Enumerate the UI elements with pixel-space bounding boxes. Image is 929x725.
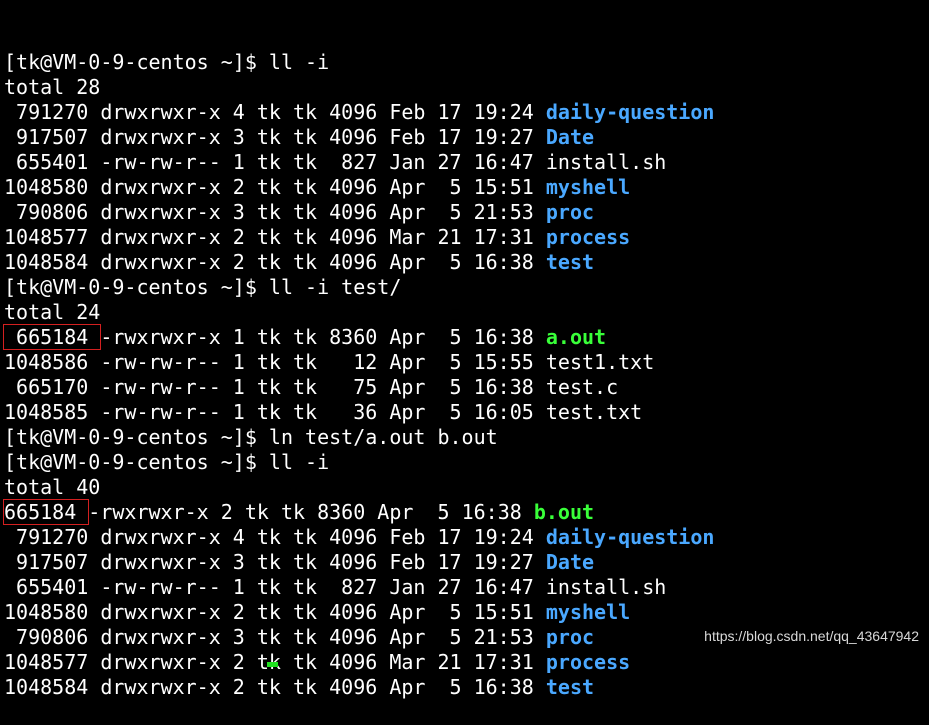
listing-details: 655401 -rw-rw-r-- 1 tk tk 827 Jan 27 16:… — [4, 150, 546, 174]
total-text: total 28 — [4, 75, 101, 99]
listing-details: 790806 drwxrwxr-x 3 tk tk 4096 Apr 5 21:… — [4, 625, 546, 649]
listing-row: 917507 drwxrwxr-x 3 tk tk 4096 Feb 17 19… — [4, 125, 929, 150]
listing-row: 655401 -rw-rw-r-- 1 tk tk 827 Jan 27 16:… — [4, 575, 929, 600]
listing-row: 1048586 -rw-rw-r-- 1 tk tk 12 Apr 5 15:5… — [4, 350, 929, 375]
listing-row: 1048584 drwxrwxr-x 2 tk tk 4096 Apr 5 16… — [4, 250, 929, 275]
listing-row: 665170 -rw-rw-r-- 1 tk tk 75 Apr 5 16:38… — [4, 375, 929, 400]
listing-row: 1048584 drwxrwxr-x 2 tk tk 4096 Apr 5 16… — [4, 675, 929, 700]
listing-details: 665170 -rw-rw-r-- 1 tk tk 75 Apr 5 16:38 — [4, 375, 546, 399]
command-prompt-line: [tk@VM-0-9-centos ~]$ ln test/a.out b.ou… — [4, 425, 929, 450]
listing-details: 790806 drwxrwxr-x 3 tk tk 4096 Apr 5 21:… — [4, 200, 546, 224]
directory-name: proc — [545, 200, 595, 224]
directory-name: Date — [545, 125, 595, 149]
listing-details: 1048586 -rw-rw-r-- 1 tk tk 12 Apr 5 15:5… — [4, 350, 546, 374]
directory-name: myshell — [545, 175, 631, 199]
listing-row: 917507 drwxrwxr-x 3 tk tk 4096 Feb 17 19… — [4, 550, 929, 575]
executable-name: b.out — [533, 500, 595, 524]
terminal-cursor — [267, 649, 278, 667]
prompt-text: [tk@VM-0-9-centos ~]$ ll -i — [4, 50, 330, 74]
listing-details: 1048584 drwxrwxr-x 2 tk tk 4096 Apr 5 16… — [4, 675, 546, 699]
listing-details: -rwxrwxr-x 2 tk tk 8360 Apr 5 16:38 — [88, 500, 534, 524]
terminal-output: [tk@VM-0-9-centos ~]$ ll -i total 28 7912… — [2, 50, 929, 700]
prompt-text: [tk@VM-0-9-centos ~]$ ln test/a.out b.ou… — [4, 425, 498, 449]
file-name: install.sh — [545, 150, 667, 174]
directory-name: myshell — [545, 600, 631, 624]
listing-details: 917507 drwxrwxr-x 3 tk tk 4096 Feb 17 19… — [4, 550, 546, 574]
command-prompt-line: [tk@VM-0-9-centos ~]$ ll -i — [4, 450, 929, 475]
output-total-line: total 40 — [4, 475, 929, 500]
highlighted-inode: 665184 — [2, 324, 102, 350]
listing-row: 1048580 drwxrwxr-x 2 tk tk 4096 Apr 5 15… — [4, 175, 929, 200]
listing-row: 655401 -rw-rw-r-- 1 tk tk 827 Jan 27 16:… — [4, 150, 929, 175]
file-name: test1.txt — [545, 350, 655, 374]
watermark-text: https://blog.csdn.net/qq_43647942 — [704, 628, 919, 644]
directory-name: test — [545, 675, 595, 699]
listing-details: 917507 drwxrwxr-x 3 tk tk 4096 Feb 17 19… — [4, 125, 546, 149]
listing-details: 1048580 drwxrwxr-x 2 tk tk 4096 Apr 5 15… — [4, 600, 546, 624]
listing-row: 791270 drwxrwxr-x 4 tk tk 4096 Feb 17 19… — [4, 100, 929, 125]
highlighted-inode: 665184 — [2, 499, 90, 525]
listing-row: 790806 drwxrwxr-x 3 tk tk 4096 Apr 5 21:… — [4, 200, 929, 225]
output-total-line: total 24 — [4, 300, 929, 325]
file-name: install.sh — [545, 575, 667, 599]
total-text: total 40 — [4, 475, 101, 499]
listing-row: 665184 -rwxrwxr-x 2 tk tk 8360 Apr 5 16:… — [2, 499, 929, 525]
command-prompt-line: [tk@VM-0-9-centos ~]$ ll -i — [4, 50, 929, 75]
listing-details: 655401 -rw-rw-r-- 1 tk tk 827 Jan 27 16:… — [4, 575, 546, 599]
listing-details: 1048585 -rw-rw-r-- 1 tk tk 36 Apr 5 16:0… — [4, 400, 546, 424]
listing-row: 1048585 -rw-rw-r-- 1 tk tk 36 Apr 5 16:0… — [4, 400, 929, 425]
command-prompt-line: [tk@VM-0-9-centos ~]$ ll -i test/ — [4, 275, 929, 300]
directory-name: proc — [545, 625, 595, 649]
listing-details: 791270 drwxrwxr-x 4 tk tk 4096 Feb 17 19… — [4, 525, 546, 549]
listing-details: 1048584 drwxrwxr-x 2 tk tk 4096 Apr 5 16… — [4, 250, 546, 274]
listing-row: 665184 -rwxrwxr-x 1 tk tk 8360 Apr 5 16:… — [2, 324, 929, 350]
listing-row: 1048580 drwxrwxr-x 2 tk tk 4096 Apr 5 15… — [4, 600, 929, 625]
file-name: test.txt — [545, 400, 643, 424]
directory-name: daily-question — [545, 100, 715, 124]
file-name: test.c — [545, 375, 619, 399]
directory-name: Date — [545, 550, 595, 574]
listing-details: 791270 drwxrwxr-x 4 tk tk 4096 Feb 17 19… — [4, 100, 546, 124]
executable-name: a.out — [545, 325, 607, 349]
listing-row: 791270 drwxrwxr-x 4 tk tk 4096 Feb 17 19… — [4, 525, 929, 550]
listing-details: 1048580 drwxrwxr-x 2 tk tk 4096 Apr 5 15… — [4, 175, 546, 199]
prompt-text: [tk@VM-0-9-centos ~]$ ll -i test/ — [4, 275, 402, 299]
total-text: total 24 — [4, 300, 101, 324]
listing-row: 1048577 drwxrwxr-x 2 tk tk 4096 Mar 21 1… — [4, 225, 929, 250]
directory-name: daily-question — [545, 525, 715, 549]
listing-details: -rwxrwxr-x 1 tk tk 8360 Apr 5 16:38 — [100, 325, 546, 349]
terminal-window[interactable]: [tk@VM-0-9-centos ~]$ ll -i total 28 7912… — [0, 0, 929, 699]
directory-name: process — [545, 225, 631, 249]
prompt-text: [tk@VM-0-9-centos ~]$ ll -i — [4, 450, 330, 474]
output-total-line: total 28 — [4, 75, 929, 100]
directory-name: test — [545, 250, 595, 274]
listing-details: 1048577 drwxrwxr-x 2 tk tk 4096 Mar 21 1… — [4, 225, 546, 249]
